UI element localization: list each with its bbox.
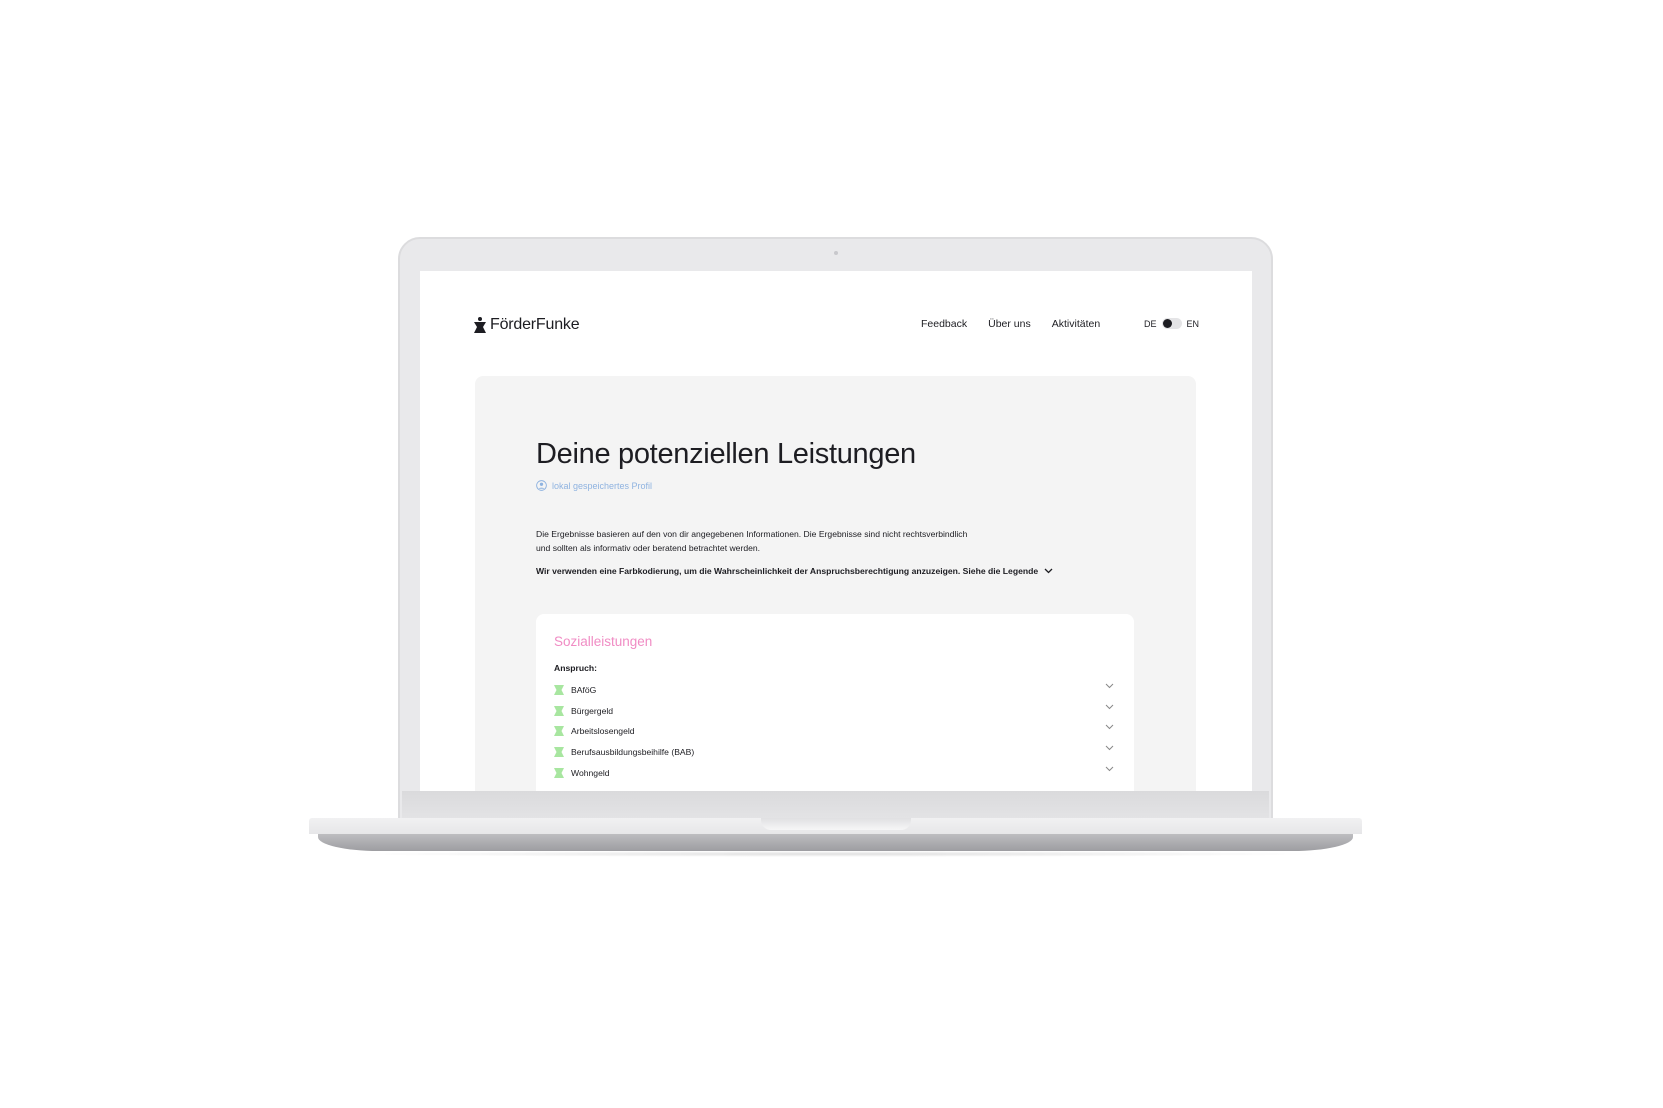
disclaimer-line: Die Ergebnisse basieren auf den von dir … xyxy=(536,529,968,539)
benefit-item[interactable]: Arbeitslosengeld xyxy=(554,724,1114,738)
disclaimer-line: und sollten als informativ oder beratend… xyxy=(536,543,761,553)
eligible-icon xyxy=(554,747,564,758)
logo-text: FörderFunke xyxy=(490,316,580,333)
benefit-label: Arbeitslosengeld xyxy=(571,726,635,737)
chevron-down-icon xyxy=(1044,568,1053,574)
benefit-label: Berufsausbildungsbeihilfe (BAB) xyxy=(571,747,695,758)
logo[interactable]: FörderFunke xyxy=(474,316,580,334)
eligible-icon xyxy=(554,705,564,716)
nav-ueber-uns[interactable]: Über uns xyxy=(988,318,1031,330)
eligible-icon xyxy=(554,685,564,695)
chevron-down-icon[interactable] xyxy=(1105,704,1114,710)
language-toggle[interactable] xyxy=(1161,318,1182,329)
eligible-icon xyxy=(554,726,564,737)
chevron-down-icon[interactable] xyxy=(1105,724,1114,730)
benefit-item[interactable]: Berufsausbildungsbeihilfe (BAB) xyxy=(554,745,1114,759)
legend-text: Wir verwenden eine Farbkodierung, um die… xyxy=(536,566,1039,576)
benefit-label: Bürgergeld xyxy=(571,705,614,716)
camera xyxy=(834,251,838,255)
lang-en[interactable]: EN xyxy=(1187,319,1200,329)
language-switch: DE EN xyxy=(1144,318,1199,329)
chevron-down-icon[interactable] xyxy=(1105,766,1114,772)
laptop-shadow xyxy=(340,851,1330,857)
profile-link[interactable]: lokal gespeichertes Profil xyxy=(536,480,652,491)
legend-toggle[interactable]: Wir verwenden eine Farbkodierung, um die… xyxy=(536,566,1053,576)
laptop-bottom xyxy=(318,834,1353,851)
card-title: Sozialleistungen xyxy=(554,634,653,649)
results-panel: Deine potenziellen Leistungen lokal gesp… xyxy=(475,376,1196,791)
logo-icon xyxy=(474,317,486,333)
benefit-item[interactable]: Bürgergeld xyxy=(554,704,1114,718)
nav-feedback[interactable]: Feedback xyxy=(921,318,967,330)
laptop-notch xyxy=(761,818,911,830)
benefit-label: BAföG xyxy=(571,685,597,695)
benefit-item[interactable]: Wohngeld xyxy=(554,766,1114,780)
benefit-item[interactable]: BAföG xyxy=(554,683,1114,697)
page-title: Deine potenziellen Leistungen xyxy=(536,438,916,470)
lang-de[interactable]: DE xyxy=(1144,319,1157,329)
laptop-hinge xyxy=(402,791,1269,818)
profile-label: lokal gespeichertes Profil xyxy=(552,480,653,491)
chevron-down-icon[interactable] xyxy=(1105,745,1114,751)
benefit-label: Wohngeld xyxy=(571,767,610,778)
chevron-down-icon[interactable] xyxy=(1105,683,1114,689)
benefits-card: Sozialleistungen Anspruch: BAföG Bürgerge… xyxy=(536,614,1134,791)
nav: Feedback Über uns Aktivitäten xyxy=(921,318,1121,330)
screen: FörderFunke Feedback Über uns Aktivitäte… xyxy=(420,271,1252,791)
nav-aktivitaeten[interactable]: Aktivitäten xyxy=(1052,318,1100,330)
user-icon xyxy=(536,480,547,491)
disclaimer: Die Ergebnisse basieren auf den von dir … xyxy=(536,527,1016,555)
eligible-icon xyxy=(554,767,564,778)
section-label: Anspruch: xyxy=(554,663,597,673)
